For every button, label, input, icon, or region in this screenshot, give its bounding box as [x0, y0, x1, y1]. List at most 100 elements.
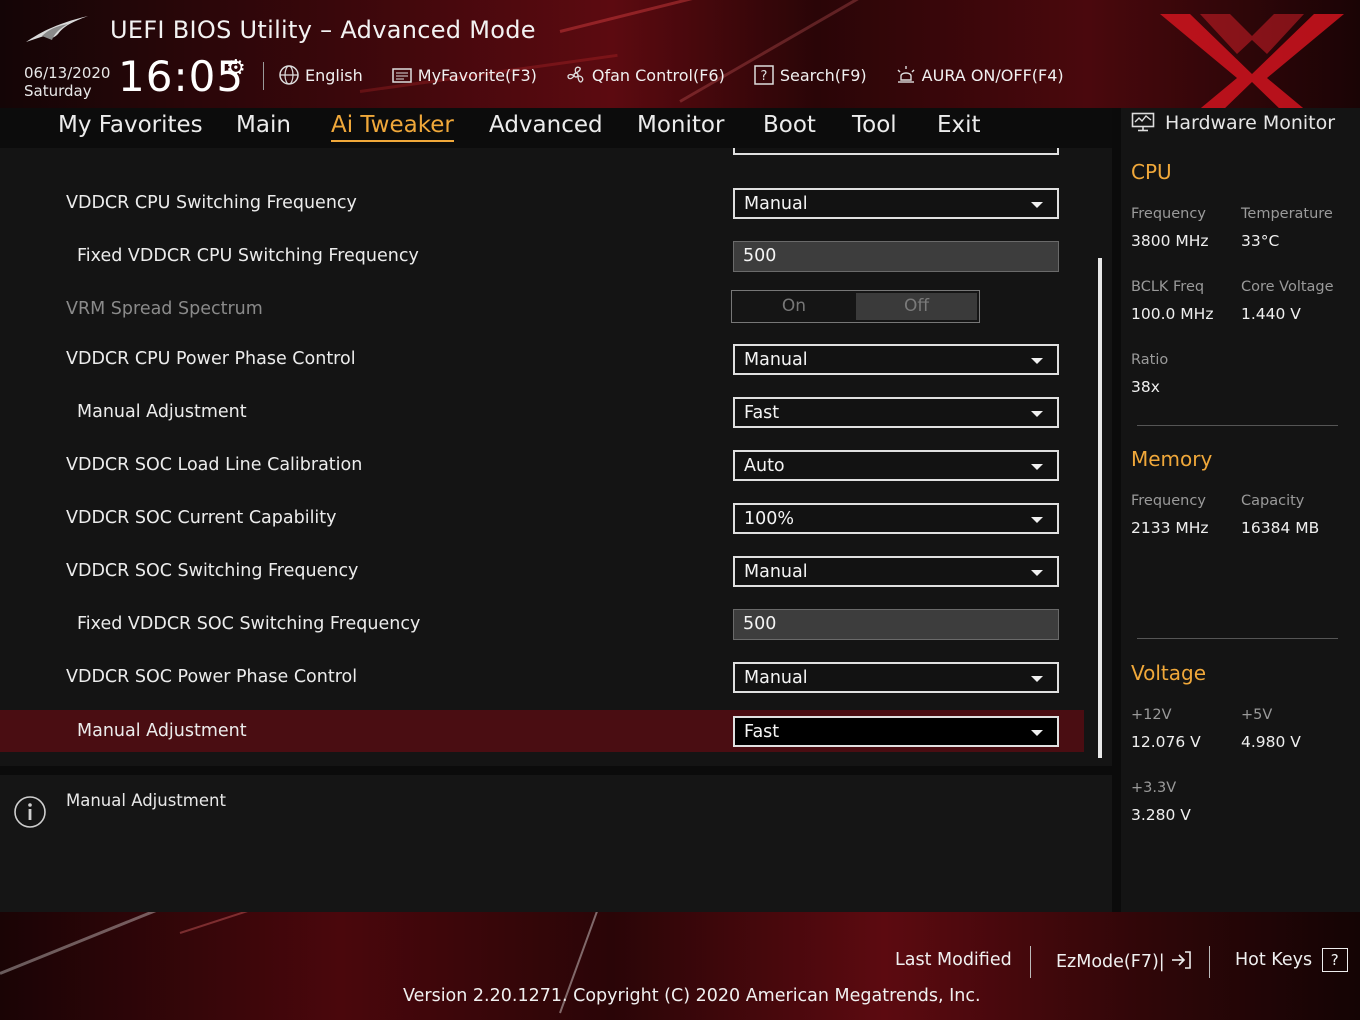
core-voltage-label: Core Voltage — [1241, 279, 1334, 295]
search-button[interactable]: ? Search(F9) — [753, 64, 867, 86]
setting-label: Fixed VDDCR CPU Switching Frequency — [77, 246, 419, 266]
info-icon — [14, 796, 46, 828]
cpu-heading: CPU — [1131, 160, 1172, 184]
dropdown-caret-icon — [1031, 411, 1043, 417]
setting-label: VRM Spread Spectrum — [66, 299, 263, 319]
setting-row[interactable]: Manual Adjustment Fast — [0, 391, 1084, 433]
tab-tool[interactable]: Tool — [852, 112, 897, 138]
setting-label: Fixed VDDCR SOC Switching Frequency — [77, 614, 421, 634]
setting-row[interactable]: VDDCR SOC Power Phase Control Manual — [0, 656, 1084, 698]
favorite-icon — [392, 68, 412, 83]
memory-frequency-value: 2133 MHz — [1131, 519, 1209, 537]
settings-scrollbar[interactable] — [1098, 258, 1102, 758]
tab-my-favorites[interactable]: My Favorites — [58, 112, 203, 138]
setting-row[interactable]: Fixed VDDCR SOC Switching Frequency 500 — [0, 603, 1084, 645]
tab-ai-tweaker[interactable]: Ai Tweaker — [331, 112, 454, 142]
clipped-dropdown — [733, 148, 1059, 155]
aura-icon — [897, 66, 915, 83]
vddcr-soc-current-capability-dropdown[interactable]: 100% — [733, 503, 1059, 534]
v5-label: +5V — [1241, 707, 1273, 723]
dropdown-value: Manual — [744, 194, 808, 214]
fixed-vddcr-cpu-switching-frequency-input[interactable]: 500 — [733, 241, 1059, 272]
setting-row[interactable]: VDDCR CPU Switching Frequency Manual — [0, 182, 1084, 224]
bclk-label: BCLK Freq — [1131, 279, 1205, 295]
v12-value: 12.076 V — [1131, 733, 1201, 751]
cpu-manual-adjustment-dropdown[interactable]: Fast — [733, 397, 1059, 428]
language-label: English — [305, 65, 363, 85]
monitor-icon — [1131, 112, 1155, 132]
vddcr-soc-switching-frequency-dropdown[interactable]: Manual — [733, 556, 1059, 587]
aura-toggle-button[interactable]: AURA ON/OFF(F4) — [895, 64, 1064, 86]
footer-divider — [1030, 946, 1031, 978]
v33-value: 3.280 V — [1131, 806, 1191, 824]
vddcr-cpu-switching-frequency-dropdown[interactable]: Manual — [733, 188, 1059, 219]
tab-main[interactable]: Main — [236, 112, 291, 138]
exit-arrow-icon — [1172, 951, 1192, 969]
tab-exit[interactable]: Exit — [937, 112, 981, 138]
setting-label: VDDCR CPU Power Phase Control — [66, 349, 356, 369]
dropdown-caret-icon — [1031, 464, 1043, 470]
cpu-temperature-value: 33°C — [1241, 232, 1280, 250]
language-button[interactable]: English — [278, 64, 363, 86]
tab-boot[interactable]: Boot — [763, 112, 816, 138]
search-label: Search(F9) — [779, 65, 867, 85]
last-modified-button[interactable]: Last Modified — [895, 950, 1012, 970]
toggle-on-option: On — [781, 296, 807, 316]
memory-capacity-value: 16384 MB — [1241, 519, 1320, 537]
toggle-off-option: Off — [856, 293, 977, 320]
dropdown-caret-icon — [1031, 676, 1043, 682]
setting-label: VDDCR SOC Load Line Calibration — [66, 455, 363, 475]
footer-divider — [1209, 946, 1210, 978]
setting-label: Manual Adjustment — [77, 721, 247, 741]
tab-advanced[interactable]: Advanced — [489, 112, 603, 138]
setting-label: VDDCR SOC Switching Frequency — [66, 561, 359, 581]
cpu-frequency-label: Frequency — [1131, 206, 1206, 222]
dropdown-value: Manual — [744, 562, 808, 582]
version-text: Version 2.20.1271. Copyright (C) 2020 Am… — [403, 986, 981, 1006]
page-title: UEFI BIOS Utility – Advanced Mode — [110, 16, 536, 44]
dropdown-value: Manual — [744, 350, 808, 370]
dropdown-caret-icon — [1031, 358, 1043, 364]
aura-label: AURA ON/OFF(F4) — [921, 65, 1064, 85]
setting-row[interactable]: Fixed VDDCR CPU Switching Frequency 500 — [0, 235, 1084, 277]
bclk-value: 100.0 MHz — [1131, 305, 1214, 323]
setting-row[interactable]: VDDCR CPU Power Phase Control Manual — [0, 338, 1084, 380]
dropdown-caret-icon — [1031, 202, 1043, 208]
day-text: Saturday — [24, 82, 92, 100]
globe-icon — [279, 65, 299, 85]
setting-row-clipped — [0, 148, 1084, 160]
setting-row[interactable]: VDDCR SOC Current Capability 100% — [0, 497, 1084, 539]
input-value: 500 — [743, 246, 777, 266]
setting-row[interactable]: VDDCR SOC Switching Frequency Manual — [0, 550, 1084, 592]
qfan-control-label: Qfan Control(F6) — [591, 65, 725, 85]
soc-manual-adjustment-dropdown[interactable]: Fast — [733, 716, 1059, 747]
ratio-label: Ratio — [1131, 352, 1169, 368]
setting-row-selected[interactable]: Manual Adjustment Fast — [0, 710, 1084, 752]
myfavorite-label: MyFavorite(F3) — [417, 65, 537, 85]
svg-text:?: ? — [760, 69, 767, 84]
myfavorite-button[interactable]: MyFavorite(F3) — [391, 64, 537, 86]
voltage-heading: Voltage — [1131, 661, 1207, 685]
help-key-icon: ? — [1321, 948, 1348, 972]
input-value: 500 — [743, 614, 777, 634]
hardware-monitor-panel: Hardware Monitor CPU Frequency Temperatu… — [1121, 108, 1360, 912]
core-voltage-value: 1.440 V — [1241, 305, 1301, 323]
setting-row[interactable]: VDDCR SOC Load Line Calibration Auto — [0, 444, 1084, 486]
dropdown-value: Auto — [744, 456, 785, 476]
hardware-monitor-label: Hardware Monitor — [1165, 112, 1336, 134]
v5-value: 4.980 V — [1241, 733, 1301, 751]
dropdown-value: Fast — [744, 722, 780, 742]
cpu-frequency-value: 3800 MHz — [1131, 232, 1209, 250]
fixed-vddcr-soc-switching-frequency-input[interactable]: 500 — [733, 609, 1059, 640]
search-help-icon: ? — [754, 65, 774, 85]
vddcr-cpu-power-phase-control-dropdown[interactable]: Manual — [733, 344, 1059, 375]
memory-heading: Memory — [1131, 447, 1213, 471]
dropdown-value: 100% — [744, 509, 795, 529]
hot-keys-button[interactable]: Hot Keys ? — [1235, 948, 1348, 972]
qfan-control-button[interactable]: Qfan Control(F6) — [565, 64, 725, 86]
vddcr-soc-load-line-calibration-dropdown[interactable]: Auto — [733, 450, 1059, 481]
gear-icon[interactable]: ⚙ — [226, 56, 246, 81]
tab-monitor[interactable]: Monitor — [637, 112, 724, 138]
ezmode-button[interactable]: EzMode(F7)| — [1056, 950, 1192, 972]
vddcr-soc-power-phase-control-dropdown[interactable]: Manual — [733, 662, 1059, 693]
